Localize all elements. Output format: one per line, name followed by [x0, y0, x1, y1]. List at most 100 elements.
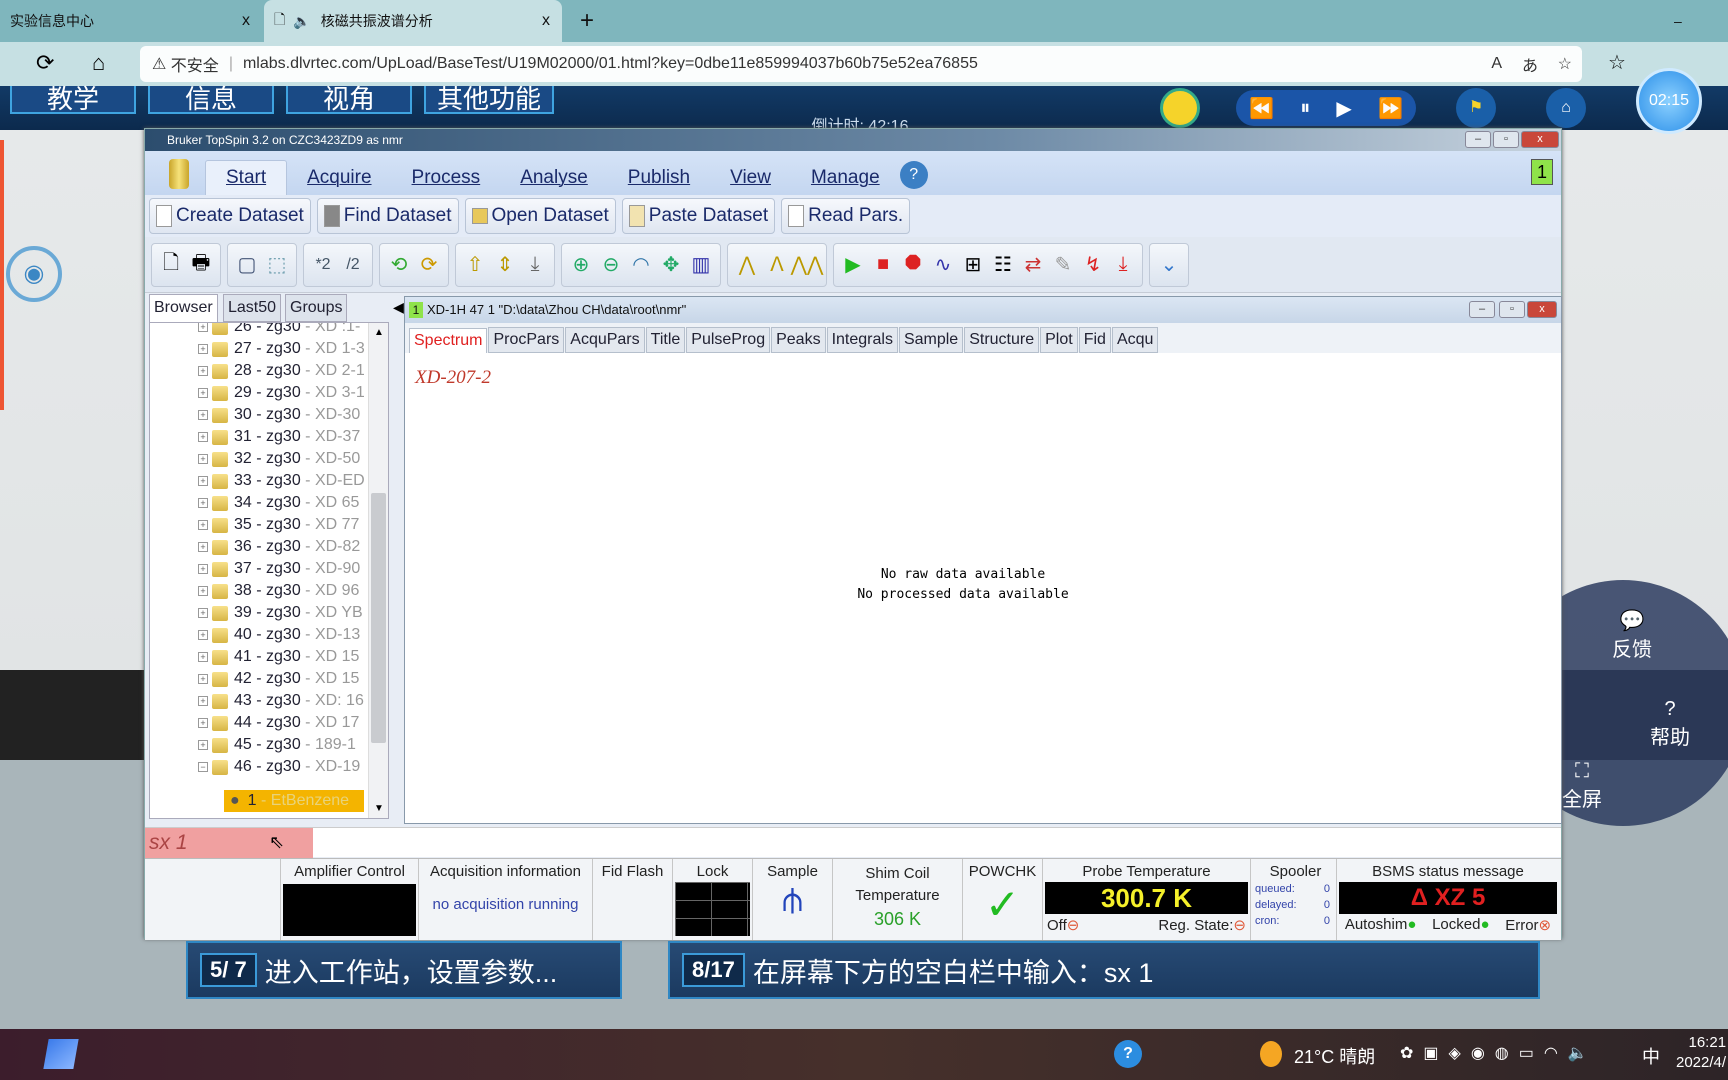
shift-center-icon[interactable]: ⇕ [492, 252, 518, 278]
expand-icon[interactable]: + [198, 454, 208, 464]
expand-icon[interactable]: + [198, 410, 208, 420]
integrate-icon[interactable]: ᐱ [764, 252, 790, 278]
tab-browser[interactable]: Browser [149, 294, 218, 322]
expand-icon[interactable]: + [198, 740, 208, 750]
feedback-button[interactable]: 💬 反馈 [1612, 608, 1652, 662]
tree-item[interactable]: +36 - zg30 - XD-82 [198, 536, 360, 558]
zoom-reset-icon[interactable]: ◠ [628, 252, 654, 278]
url-field[interactable]: ⚠ 不安全 | mlabs.dlvrtec.com/UpLoad/BaseTest/… [140, 46, 1582, 82]
fullscreen-button[interactable]: ⛶ 全屏 [1562, 760, 1602, 812]
tree-item[interactable]: +44 - zg30 - XD 17 [198, 712, 359, 734]
nav-other[interactable]: 其他功能 [424, 86, 554, 114]
find-dataset-button[interactable]: Find Dataset [316, 198, 459, 234]
refresh-scale-icon[interactable]: ⟳ [416, 252, 442, 278]
window-count-badge[interactable]: 1 [1531, 159, 1553, 185]
tab-acqupars[interactable]: AcquPars [565, 327, 645, 353]
tree-item[interactable]: +28 - zg30 - XD 2-1 [198, 360, 365, 382]
zoom-out-icon[interactable]: ⊖ [598, 252, 624, 278]
menu-acquire[interactable]: Acquire [287, 167, 391, 195]
command-line[interactable]: ⇖ [145, 827, 1561, 858]
acquisition-info[interactable]: Acquisition information no acquisition ru… [419, 859, 593, 940]
multiplet-icon[interactable]: ⋀⋀ [791, 252, 824, 278]
tab-last50[interactable]: Last50 [223, 294, 282, 322]
expand-icon[interactable]: + [198, 388, 208, 398]
bookmark-icon[interactable]: ⚑ [1456, 88, 1496, 128]
nav-info[interactable]: 信息 [148, 86, 274, 114]
tree-item[interactable]: +39 - zg30 - XD YB [198, 602, 363, 624]
tree-item[interactable]: +27 - zg30 - XD 1-3 [198, 338, 365, 360]
favorite-add-icon[interactable]: ☆ [1558, 54, 1572, 74]
lock-display-icon[interactable]: ⊞ [960, 252, 986, 278]
tree-scrollbar[interactable]: ▲ ▼ [368, 323, 388, 818]
home-game-icon[interactable]: ⌂ [1546, 88, 1586, 128]
tree-item[interactable]: +26 - zg30 - XD :1- [198, 323, 360, 338]
rotate-icon[interactable]: ⟲ [386, 252, 412, 278]
rewind-icon[interactable]: ⏪ [1249, 96, 1274, 121]
sample-eject-icon[interactable]: ↯ [1080, 252, 1106, 278]
shim-icon[interactable]: ☷ [990, 252, 1016, 278]
expand-icon[interactable]: + [198, 608, 208, 618]
scroll-down-icon[interactable]: ▼ [374, 803, 384, 814]
read-pars-button[interactable]: Read Pars. [781, 198, 911, 234]
paste-dataset-button[interactable]: Paste Dataset [621, 198, 776, 234]
tab-plot[interactable]: Plot [1040, 327, 1078, 353]
menu-process[interactable]: Process [392, 167, 501, 195]
shim-coil-temperature[interactable]: Shim Coil Temperature 306 K [833, 859, 963, 940]
tree-item[interactable]: +43 - zg30 - XD: 16 [198, 690, 364, 712]
browser-tab-active[interactable]: 🗋 🔈 核磁共振波谱分析 x [264, 0, 562, 42]
expand-icon[interactable]: + [198, 696, 208, 706]
expand-icon[interactable]: + [198, 498, 208, 508]
ime-indicator[interactable]: 中 [1642, 1043, 1660, 1069]
tab-acqu[interactable]: Acqu [1111, 327, 1159, 353]
close-icon[interactable]: x [1527, 301, 1557, 318]
expand-icon[interactable]: + [198, 652, 208, 662]
expand-icon[interactable]: + [198, 586, 208, 596]
favorites-icon[interactable]: ☆ [1608, 50, 1626, 75]
tab-peaks[interactable]: Peaks [771, 327, 826, 353]
collapse-icon[interactable]: − [198, 762, 208, 772]
start-acquisition-icon[interactable]: ▶ [840, 252, 866, 278]
pause-icon[interactable]: ⏸ [1300, 97, 1310, 120]
bsms-status[interactable]: BSMS status message Δ XZ 5 Autoshim● Locke… [1337, 859, 1559, 940]
command-input[interactable] [145, 828, 313, 858]
expand-icon[interactable]: + [198, 476, 208, 486]
expand-icon[interactable]: + [198, 432, 208, 442]
scale-up-button[interactable]: *2 [310, 252, 336, 278]
new-window-icon[interactable]: 🗋 [158, 252, 184, 278]
zoom-in-icon[interactable]: ⊕ [568, 252, 594, 278]
spooler[interactable]: Spooler queued: 0 delayed: 0 cron: 0 [1251, 859, 1337, 940]
home-icon[interactable]: ⌂ [92, 50, 105, 76]
menu-manage[interactable]: Manage [791, 167, 900, 195]
expand-icon[interactable]: + [198, 674, 208, 684]
tree-item[interactable]: +42 - zg30 - XD 15 [198, 668, 359, 690]
tree-item[interactable]: +40 - zg30 - XD-13 [198, 624, 360, 646]
expand-icon[interactable]: + [198, 564, 208, 574]
maximize-icon[interactable]: ▫ [1499, 301, 1525, 318]
tree-item[interactable]: +34 - zg30 - XD 65 [198, 492, 359, 514]
help-button[interactable]: ? 帮助 [1650, 698, 1690, 750]
tree-item[interactable]: +38 - zg30 - XD 96 [198, 580, 359, 602]
expand-icon[interactable]: + [198, 366, 208, 376]
play-icon[interactable]: ▶ [1336, 96, 1351, 121]
database-icon[interactable] [169, 159, 189, 189]
help-tray-icon[interactable]: ? [1114, 1040, 1142, 1068]
peak-pick-icon[interactable]: ⋀ [734, 252, 760, 278]
tab-fid[interactable]: Fid [1078, 327, 1111, 353]
shift-down-icon[interactable]: ⤓ [522, 252, 548, 278]
amplifier-control[interactable]: Amplifier Control [281, 859, 419, 940]
minimize-icon[interactable]: – [1465, 131, 1491, 148]
pencil-icon[interactable]: ✎ [1050, 252, 1076, 278]
clock[interactable]: 16:21 2022/4/ [1676, 1033, 1726, 1073]
expand-icon[interactable]: + [198, 520, 208, 530]
tree-item[interactable]: +32 - zg30 - XD-50 [198, 448, 360, 470]
close-tab-icon[interactable]: x [542, 12, 550, 30]
menu-start[interactable]: Start [205, 160, 288, 195]
create-dataset-button[interactable]: Create Dataset [149, 198, 311, 234]
expand-icon[interactable]: + [198, 630, 208, 640]
stop-icon[interactable]: ■ [870, 252, 896, 278]
tree-item[interactable]: +29 - zg30 - XD 3-1 [198, 382, 365, 404]
weather-icon[interactable] [1260, 1041, 1282, 1067]
tree-item[interactable]: +45 - zg30 - 189-1 [198, 734, 356, 756]
help-icon[interactable]: ? [899, 161, 928, 189]
fid-icon[interactable]: ∿ [930, 252, 956, 278]
